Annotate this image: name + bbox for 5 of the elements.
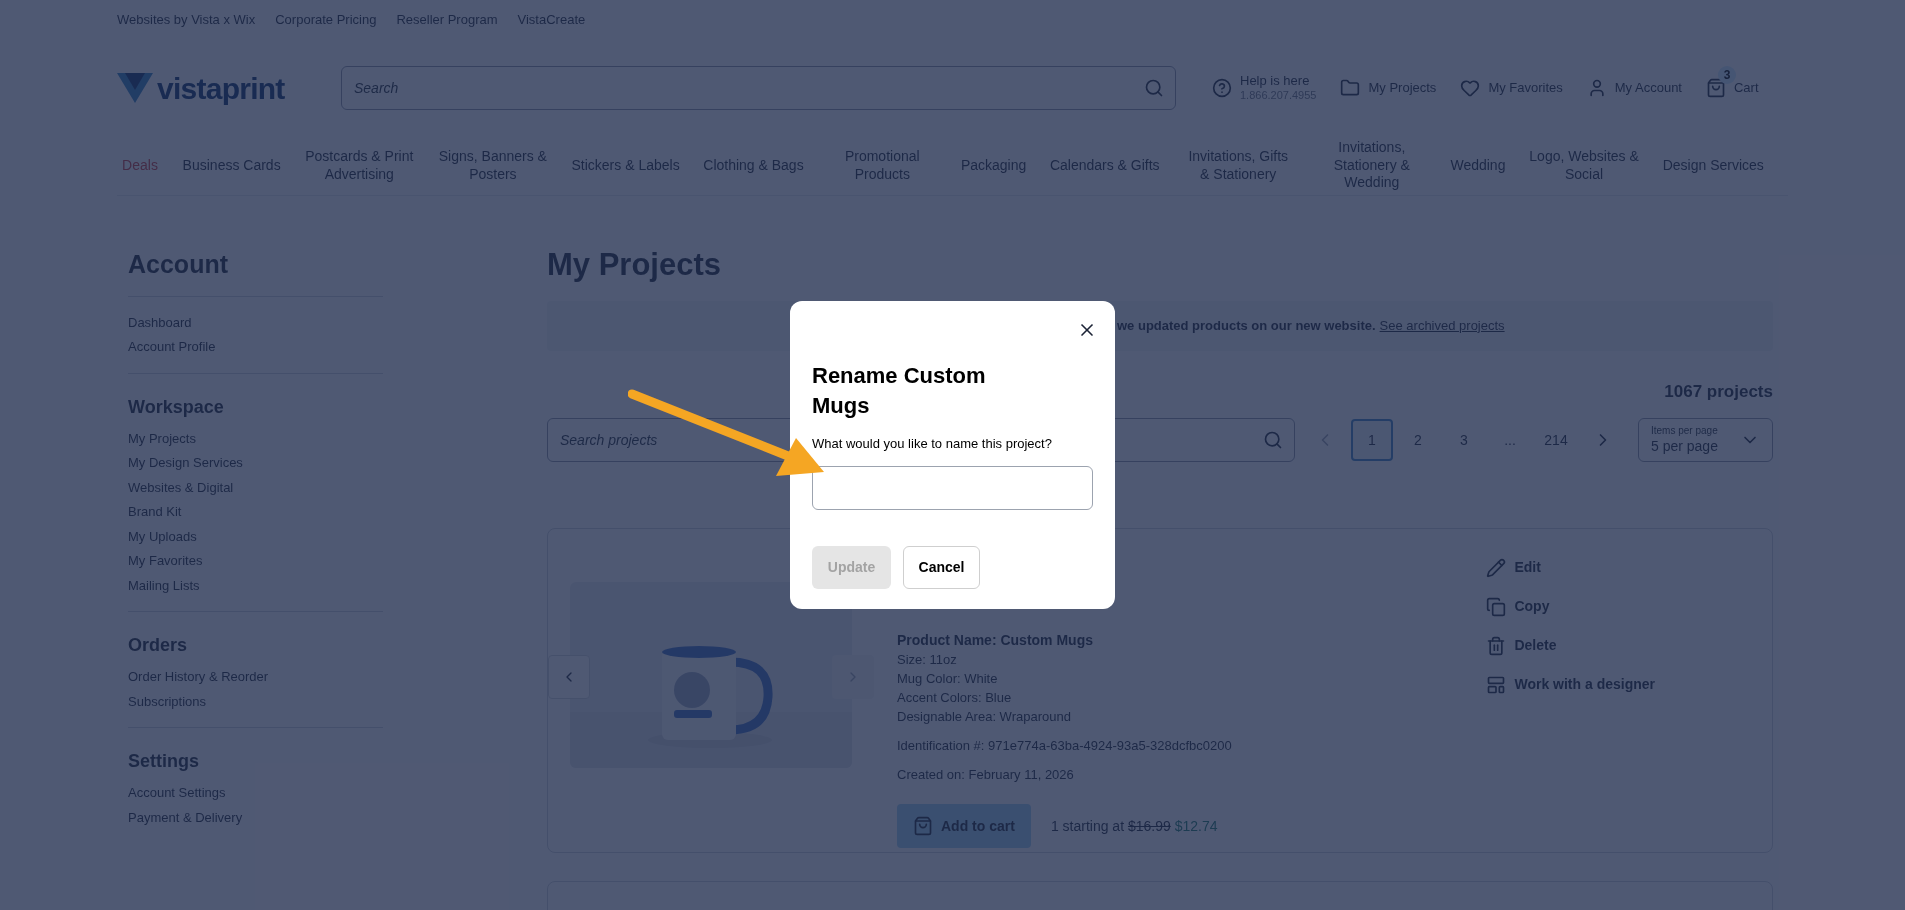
dialog-title: Rename Custom Mugs: [812, 362, 987, 420]
dialog-question: What would you like to name this project?: [812, 435, 1053, 453]
project-name-field[interactable]: [812, 465, 1093, 510]
cancel-button[interactable]: Cancel: [903, 545, 980, 589]
page-button[interactable]: ...: [1489, 419, 1531, 461]
